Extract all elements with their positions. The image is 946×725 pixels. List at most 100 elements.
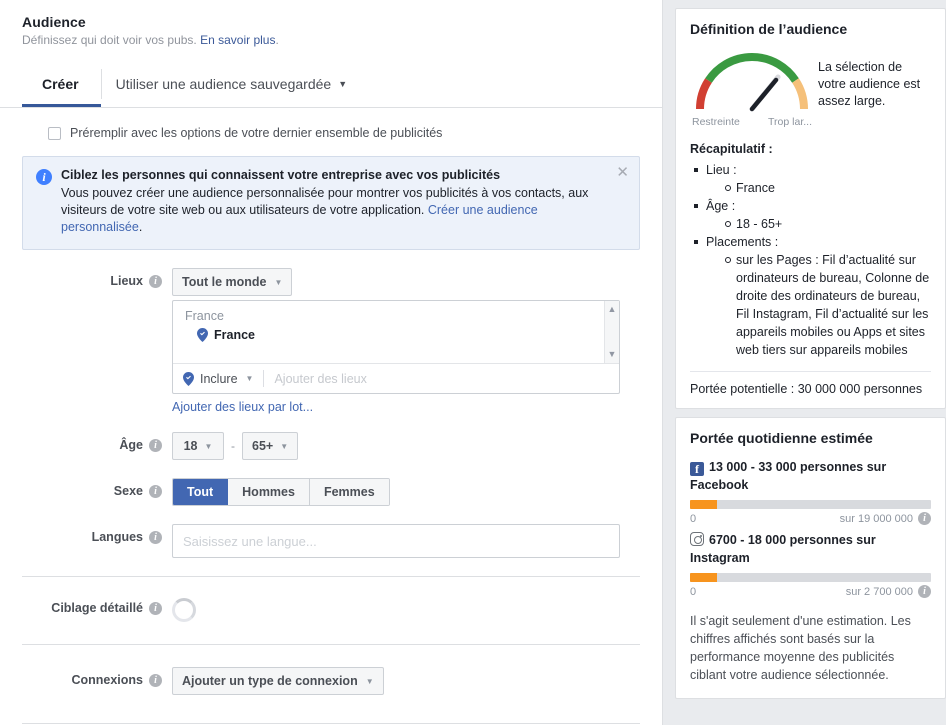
map-pin-icon <box>183 371 194 386</box>
page-subtitle: Définissez qui doit voir vos pubs. En sa… <box>22 33 640 47</box>
page-title: Audience <box>22 14 86 30</box>
info-icon-instagram-reach[interactable]: i <box>918 585 931 598</box>
audience-gauge: Restreinte Trop lar... <box>690 47 814 128</box>
instagram-reach-meta: 0 sur 2 700 000 i <box>690 585 931 598</box>
languages-label: Langues i <box>0 524 172 544</box>
divider <box>690 371 931 372</box>
subtitle-period: . <box>275 33 279 47</box>
close-icon[interactable]: ✕ <box>616 165 629 180</box>
include-exclude-dropdown[interactable]: Inclure ▼ <box>183 371 254 386</box>
locations-input-row: Inclure ▼ Ajouter des lieux <box>173 363 619 393</box>
age-max-dropdown[interactable]: 65+ ▼ <box>242 432 299 460</box>
tab-saved-audience[interactable]: Utiliser une audience sauvegardée ▼ <box>102 63 362 107</box>
gauge-label-broad: Trop lar... <box>768 116 812 128</box>
list-item[interactable]: France <box>185 328 619 342</box>
page-subtitle-text: Définissez qui doit voir vos pubs. <box>22 33 197 47</box>
audience-tabs: Créer Utiliser une audience sauvegardée … <box>22 63 662 107</box>
recap-sublist: France <box>722 179 931 197</box>
languages-row: Langues i <box>0 524 662 558</box>
audience-definition-title: Définition de l’audience <box>690 21 848 37</box>
locations-row: Lieux i Tout le monde ▼ France France ▲ … <box>0 268 662 414</box>
gender-label: Sexe i <box>0 478 172 498</box>
recap-sublist: 18 - 65+ <box>722 215 931 233</box>
add-locations-bulk-link[interactable]: Ajouter des lieux par lot... <box>172 400 313 414</box>
age-label-text: Âge <box>119 438 143 452</box>
instagram-reach-line: 6700 - 18 000 personnes sur Instagram <box>690 531 931 567</box>
list-item: Placements : sur les Pages : Fil d’actua… <box>690 233 931 359</box>
facebook-reach-text: 13 000 - 33 000 personnes sur Facebook <box>690 460 887 492</box>
info-icon-gender[interactable]: i <box>149 484 162 498</box>
banner-title: Ciblez les personnes qui connaissent vot… <box>61 168 501 182</box>
info-icon-languages[interactable]: i <box>149 530 162 544</box>
age-range-dash: - <box>231 439 235 453</box>
add-location-input[interactable]: Ajouter des lieux <box>274 372 366 386</box>
instagram-reach-max: sur 2 700 000 i <box>846 585 931 598</box>
info-icon: i <box>36 169 52 185</box>
custom-audience-banner: i Ciblez les personnes qui connaissent v… <box>22 156 640 250</box>
gender-option-women[interactable]: Femmes <box>309 479 389 505</box>
info-icon-facebook-reach[interactable]: i <box>918 512 931 525</box>
age-min-value: 18 <box>183 439 198 453</box>
age-label: Âge i <box>0 432 172 452</box>
prefill-row: Préremplir avec les options de votre der… <box>0 108 662 140</box>
locations-scrollbar[interactable]: ▲ ▼ <box>604 301 619 363</box>
gender-segmented-control: Tout Hommes Femmes <box>172 478 390 506</box>
divider <box>263 370 265 387</box>
facebook-reach-max: sur 19 000 000 i <box>840 512 931 525</box>
banner-body-end: . <box>138 220 143 234</box>
gauge-icon <box>696 52 808 112</box>
instagram-icon <box>690 532 704 546</box>
recap-item-label: Âge : <box>706 199 736 213</box>
tab-create[interactable]: Créer <box>22 63 101 107</box>
connections-control: Ajouter un type de connexion ▼ <box>172 667 662 695</box>
gender-option-all[interactable]: Tout <box>173 479 229 505</box>
facebook-reach-min: 0 <box>690 512 697 525</box>
chevron-down-icon[interactable]: ▼ <box>608 350 617 359</box>
locations-control: Tout le monde ▼ France France ▲ ▼ Inclur… <box>172 268 662 414</box>
info-icon-age[interactable]: i <box>149 438 162 452</box>
chevron-down-icon: ▼ <box>280 441 289 451</box>
prefill-label[interactable]: Préremplir avec les options de votre der… <box>70 126 442 140</box>
locations-label: Lieux i <box>0 268 172 288</box>
banner-body: Vous pouvez créer une audience personnal… <box>61 185 605 236</box>
facebook-reach-bar <box>690 500 931 509</box>
chevron-down-icon: ▼ <box>338 78 348 89</box>
tab-create-label: Créer <box>42 75 79 92</box>
location-scope-dropdown[interactable]: Tout le monde ▼ <box>172 268 293 296</box>
map-pin-icon <box>197 328 208 342</box>
page-header: Audience Définissez qui doit voir vos pu… <box>0 0 662 47</box>
recap-item-label: Lieu : <box>706 163 737 177</box>
learn-more-link[interactable]: En savoir plus <box>200 33 275 47</box>
list-item: France <box>722 179 931 197</box>
info-icon-locations[interactable]: i <box>149 274 162 288</box>
chevron-up-icon[interactable]: ▲ <box>608 305 617 314</box>
facebook-reach-line: f 13 000 - 33 000 personnes sur Facebook <box>690 458 931 494</box>
locations-box: France France ▲ ▼ Inclure ▼ Ajouter des … <box>172 300 620 394</box>
audience-gauge-message: La sélection de votre audience est assez… <box>818 60 921 108</box>
facebook-icon: f <box>690 462 704 476</box>
detailed-targeting-label-text: Ciblage détaillé <box>51 601 143 615</box>
languages-control <box>172 524 662 558</box>
instagram-reach-max-text: sur 2 700 000 <box>845 585 913 598</box>
instagram-reach-min: 0 <box>690 585 697 598</box>
age-min-dropdown[interactable]: 18 ▼ <box>172 432 224 460</box>
chevron-down-icon: ▼ <box>245 374 254 383</box>
gender-label-text: Sexe <box>113 484 143 498</box>
connections-dropdown[interactable]: Ajouter un type de connexion ▼ <box>172 667 384 695</box>
info-icon-connections[interactable]: i <box>149 673 162 687</box>
detailed-targeting-row: Ciblage détaillé i <box>0 595 662 622</box>
divider <box>22 644 640 645</box>
facebook-reach-block: f 13 000 - 33 000 personnes sur Facebook … <box>690 458 931 525</box>
gauge-label-narrow: Restreinte <box>692 116 740 128</box>
facebook-reach-max-text: sur 19 000 000 <box>839 512 913 525</box>
age-control: 18 ▼ - 65+ ▼ <box>172 432 662 460</box>
gender-option-men[interactable]: Hommes <box>228 479 310 505</box>
audience-right-panel: Définition de l’audience Restreinte Trop… <box>675 0 946 699</box>
prefill-checkbox[interactable] <box>48 126 61 140</box>
potential-reach-text: Portée potentielle : 30 000 000 personne… <box>690 382 923 396</box>
info-icon-detailed-targeting[interactable]: i <box>149 601 162 615</box>
divider <box>22 723 640 724</box>
instagram-reach-text: 6700 - 18 000 personnes sur Instagram <box>690 533 876 565</box>
daily-reach-title: Portée quotidienne estimée <box>690 430 873 446</box>
languages-input[interactable] <box>172 524 620 558</box>
